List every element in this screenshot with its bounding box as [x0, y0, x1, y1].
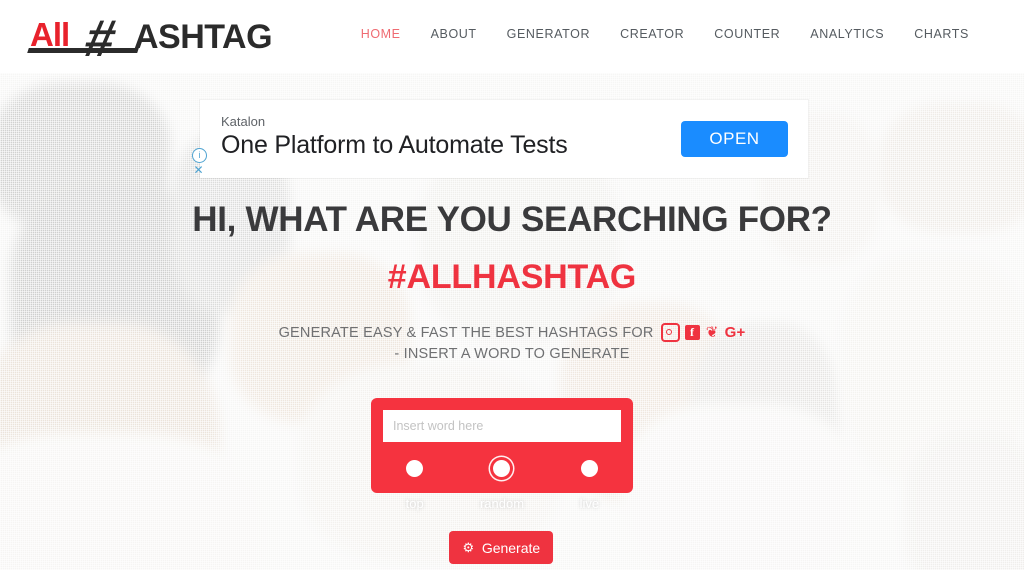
generate-button[interactable]: ⚙ Generate	[449, 531, 553, 564]
radio-label-top[interactable]: top	[371, 496, 458, 516]
ad-brand-name: Katalon	[221, 114, 266, 129]
hero-tagline-line2: - INSERT A WORD TO GENERATE	[394, 346, 630, 362]
instagram-icon[interactable]	[660, 323, 680, 342]
main-navigation: HOME ABOUT GENERATOR CREATOR COUNTER ANA…	[346, 27, 984, 41]
logo-text-ashtag: ASHTAG	[134, 18, 273, 56]
radio-label-live[interactable]: live	[546, 496, 633, 516]
radio-label-random[interactable]: random	[458, 496, 545, 516]
generate-button-label: Generate	[481, 539, 541, 556]
radio-option-random[interactable]	[458, 453, 545, 483]
facebook-icon[interactable]: f	[684, 325, 700, 340]
site-header: All # ASHTAG HOME ABOUT GENERATOR CREATO…	[0, 0, 1024, 73]
ad-headline: One Platform to Automate Tests	[221, 131, 568, 159]
search-mode-labels: top random live	[371, 496, 633, 516]
ad-info-icon[interactable]: i	[192, 148, 207, 163]
twitter-icon[interactable]: ❦	[705, 325, 720, 340]
nav-item-charts[interactable]: CHARTS	[899, 27, 984, 41]
radio-circle-random[interactable]	[493, 459, 511, 477]
social-icon-group: f ❦ G+	[660, 323, 746, 342]
search-mode-radio-group	[371, 453, 633, 483]
page-root: All # ASHTAG HOME ABOUT GENERATOR CREATO…	[0, 0, 1024, 570]
radio-option-live[interactable]	[546, 453, 633, 483]
site-logo[interactable]: All # ASHTAG	[27, 10, 273, 68]
hero-heading: HI, WHAT ARE YOU SEARCHING FOR?	[192, 200, 832, 239]
radio-circle-live[interactable]	[580, 459, 598, 477]
hero-subheading: #ALLHASHTAG	[387, 258, 637, 296]
radio-option-top[interactable]	[371, 453, 458, 483]
nav-item-creator[interactable]: CREATOR	[605, 27, 699, 41]
nav-item-analytics[interactable]: ANALYTICS	[795, 27, 899, 41]
ad-close-icon[interactable]: ✕	[192, 164, 205, 177]
gear-icon: ⚙	[462, 540, 475, 555]
advertisement-banner[interactable]: i ✕ Katalon One Platform to Automate Tes…	[192, 100, 808, 178]
hero-tagline-line1: GENERATE EASY & FAST THE BEST HASHTAGS F…	[0, 323, 1024, 342]
hashtag-search-box	[371, 398, 633, 493]
radio-circle-top[interactable]	[406, 459, 424, 477]
logo-hash-symbol: #	[79, 10, 122, 68]
nav-item-home[interactable]: HOME	[346, 27, 416, 41]
ad-open-button[interactable]: OPEN	[681, 121, 788, 157]
googleplus-icon[interactable]: G+	[725, 325, 746, 340]
nav-item-about[interactable]: ABOUT	[416, 27, 492, 41]
search-input[interactable]	[383, 410, 621, 442]
tagline-text: GENERATE EASY & FAST THE BEST HASHTAGS F…	[278, 324, 654, 341]
nav-item-counter[interactable]: COUNTER	[699, 27, 795, 41]
nav-item-generator[interactable]: GENERATOR	[492, 27, 605, 41]
